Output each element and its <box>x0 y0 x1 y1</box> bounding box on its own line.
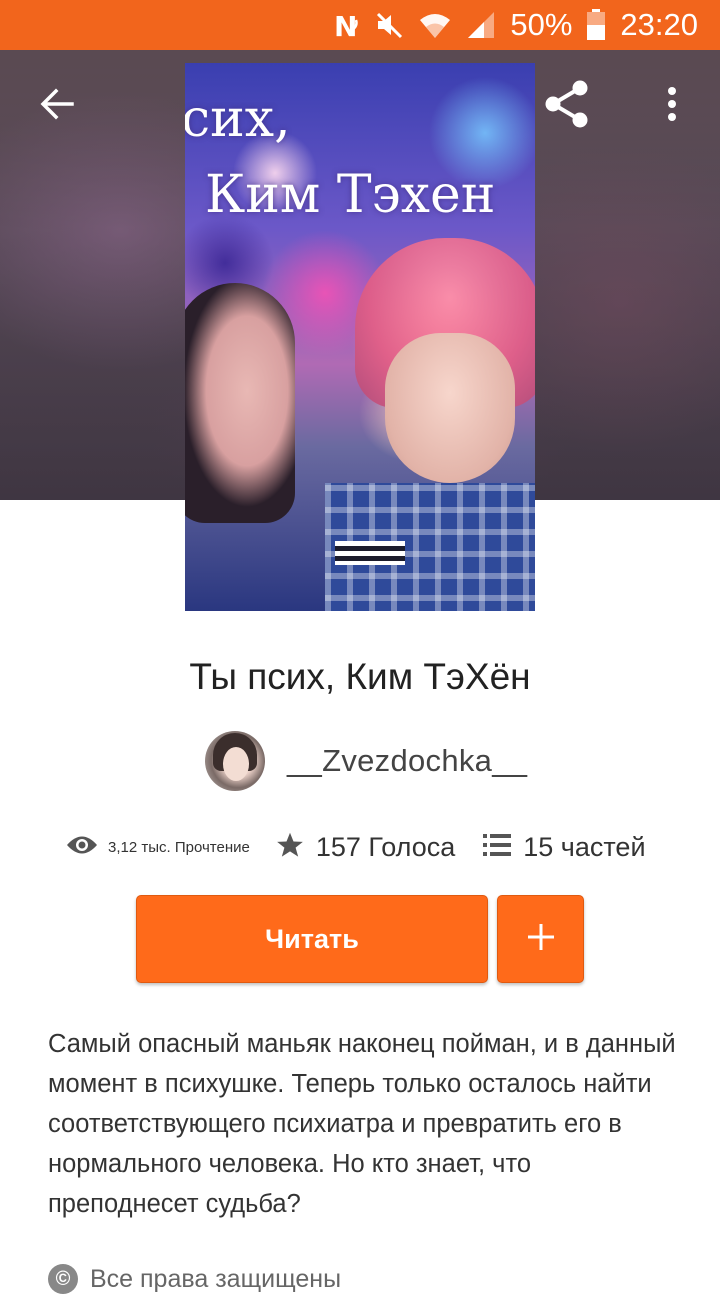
cover-stripe <box>335 541 405 565</box>
book-cover[interactable]: сих, Ким Тэхен <box>185 63 535 611</box>
star-icon <box>276 831 304 864</box>
cover-title-text: сих, Ким Тэхен <box>185 81 535 233</box>
more-vert-icon <box>666 86 678 127</box>
plus-icon <box>527 923 555 956</box>
wifi-icon <box>418 5 452 45</box>
add-to-library-button[interactable] <box>497 895 584 983</box>
share-icon <box>542 79 592 134</box>
story-stats: 3,12 тыс. Прочтение 157 Голоса 15 частей <box>66 824 666 870</box>
eye-icon <box>66 834 98 861</box>
nfc-icon: N <box>332 5 360 45</box>
svg-text:N: N <box>334 10 357 40</box>
parts-count: 15 частей <box>523 831 646 862</box>
arrow-left-icon <box>38 86 74 127</box>
more-options-button[interactable] <box>640 74 704 138</box>
cover-text-line2: Ким Тэхен <box>205 165 496 225</box>
cover-text-line1: сих, <box>185 89 291 149</box>
back-button[interactable] <box>24 74 88 138</box>
cover-figure-girl <box>185 283 295 523</box>
cover-figure-face <box>385 333 515 483</box>
read-button[interactable]: Читать <box>136 895 488 983</box>
list-icon <box>483 833 512 862</box>
battery-percent: 50% <box>510 7 573 42</box>
avatar[interactable] <box>205 731 265 791</box>
signal-icon <box>466 5 496 45</box>
copyright-text: Все права защищены <box>90 1264 342 1293</box>
mute-icon <box>374 5 404 45</box>
reads-count: 3,12 тыс. Прочтение <box>108 838 250 856</box>
reads-stat: 3,12 тыс. Прочтение <box>66 834 250 861</box>
copyright-row: © Все права защищены <box>48 1264 341 1294</box>
copyright-icon: © <box>48 1264 78 1294</box>
share-button[interactable] <box>535 74 599 138</box>
status-bar: N 50% 23:20 <box>0 0 720 50</box>
votes-count: 157 Голоса <box>315 831 456 862</box>
author-link[interactable]: __Zvezdochka__ <box>205 730 527 792</box>
author-name[interactable]: __Zvezdochka__ <box>287 743 527 779</box>
story-title: Ты псих, Ким ТэХён <box>189 656 531 697</box>
battery-icon <box>586 5 606 45</box>
clock: 23:20 <box>620 7 698 42</box>
story-description: Самый опасный маньяк наконец пойман, и в… <box>48 1030 676 1218</box>
parts-stat: 15 частей <box>483 831 646 863</box>
votes-stat: 157 Голоса <box>276 831 455 864</box>
